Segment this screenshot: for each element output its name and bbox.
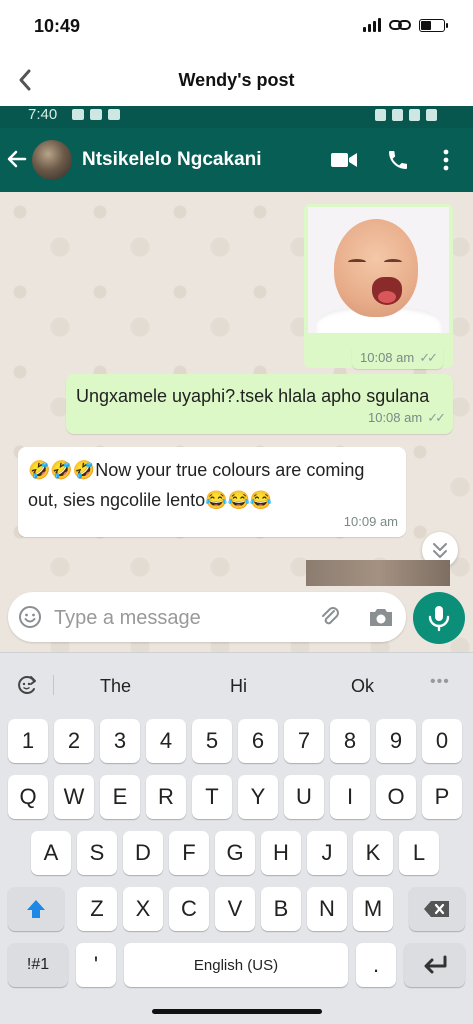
cropped-image-strip <box>306 560 450 586</box>
key-o[interactable]: O <box>376 775 416 819</box>
space-key[interactable]: English (US) <box>124 943 348 987</box>
symbols-key[interactable]: !#1 <box>8 943 68 987</box>
period-key[interactable]: . <box>356 943 396 987</box>
status-icons <box>363 18 448 32</box>
message-composer <box>8 592 406 642</box>
back-arrow-icon <box>7 150 27 168</box>
key-f[interactable]: F <box>169 831 209 875</box>
suggestion-bar: The Hi Ok ••• <box>0 653 473 717</box>
chat-area: 10:08 am ✓✓ Ungxamele uyaphi?.tsek hlala… <box>0 192 473 652</box>
key-b[interactable]: B <box>261 887 301 931</box>
message-meta: 10:08 am ✓✓ <box>367 406 446 427</box>
key-7[interactable]: 7 <box>284 719 324 763</box>
key-0[interactable]: 0 <box>422 719 462 763</box>
key-c[interactable]: C <box>169 887 209 931</box>
key-j[interactable]: J <box>307 831 347 875</box>
notification-icons <box>72 109 120 120</box>
refresh-icon[interactable] <box>14 673 40 697</box>
contact-name: Ntsikelelo Ngcakani <box>82 149 262 170</box>
key-q[interactable]: Q <box>8 775 48 819</box>
message-meta: 10:09 am <box>344 510 398 531</box>
message-text: Ungxamele uyaphi?.tsek hlala apho sgulan… <box>76 386 430 406</box>
read-ticks-icon: ✓✓ <box>419 350 438 365</box>
shift-key[interactable] <box>8 887 64 931</box>
suggestion-3[interactable]: Ok <box>351 676 374 697</box>
contact-avatar <box>32 140 72 180</box>
key-d[interactable]: D <box>123 831 163 875</box>
key-8[interactable]: 8 <box>330 719 370 763</box>
more-vert-icon <box>443 149 449 171</box>
more-suggestions-button[interactable]: ••• <box>430 673 450 691</box>
message-time: 10:08 am <box>367 410 423 425</box>
message-text: 🤣🤣🤣Now your true colours are coming out,… <box>28 460 365 510</box>
key-5[interactable]: 5 <box>192 719 232 763</box>
message-time: 10:08 am <box>360 350 415 365</box>
keyboard: The Hi Ok ••• 1 2 3 4 5 6 7 8 9 0 Q W E … <box>0 652 473 1024</box>
camera-icon <box>370 609 392 626</box>
outgoing-message: Ungxamele uyaphi?.tsek hlala apho sgulan… <box>66 374 453 434</box>
key-n[interactable]: N <box>307 887 347 931</box>
key-6[interactable]: 6 <box>238 719 278 763</box>
page-title: Wendy's post <box>178 70 295 90</box>
key-m[interactable]: M <box>353 887 393 931</box>
image-message-meta: 10:08 am ✓✓ <box>352 344 444 369</box>
key-y[interactable]: Y <box>238 775 278 819</box>
suggestion-1[interactable]: The <box>100 676 131 697</box>
message-time: 10:09 am <box>343 514 398 529</box>
key-9[interactable]: 9 <box>376 719 416 763</box>
emoji-icon <box>19 606 41 628</box>
key-a[interactable]: A <box>31 831 71 875</box>
link-icon <box>389 20 411 30</box>
key-x[interactable]: X <box>123 887 163 931</box>
whatsapp-status-bar: 7:40 <box>0 106 473 128</box>
key-v[interactable]: V <box>215 887 255 931</box>
key-2[interactable]: 2 <box>54 719 94 763</box>
whatsapp-chat-header: Ntsikelelo Ngcakani <box>0 128 473 192</box>
key-z[interactable]: Z <box>77 887 117 931</box>
key-r[interactable]: R <box>146 775 186 819</box>
key-s[interactable]: S <box>77 831 117 875</box>
key-u[interactable]: U <box>284 775 324 819</box>
status-time: 10:49 <box>34 16 81 36</box>
enter-icon <box>424 955 446 974</box>
message-input <box>54 605 304 631</box>
battery-icon <box>419 18 448 32</box>
apostrophe-key[interactable]: ' <box>76 943 116 987</box>
laughing-baby-photo <box>308 207 449 333</box>
key-3[interactable]: 3 <box>100 719 140 763</box>
key-1[interactable]: 1 <box>8 719 48 763</box>
backspace-key[interactable] <box>409 887 465 931</box>
post-image-whatsapp-screenshot: 7:40 Ntsikelelo Ngcakani 10:08 am ✓✓ Ung… <box>0 106 473 652</box>
key-t[interactable]: T <box>192 775 232 819</box>
enter-key[interactable] <box>404 943 465 987</box>
backspace-icon <box>424 901 449 917</box>
key-p[interactable]: P <box>422 775 462 819</box>
read-ticks-icon: ✓✓ <box>427 410 446 425</box>
suggestion-divider <box>53 675 54 695</box>
shift-icon <box>27 900 45 918</box>
key-w[interactable]: W <box>54 775 94 819</box>
attach-icon <box>322 607 339 625</box>
navigation-bar: Wendy's post <box>0 56 473 106</box>
video-call-icon <box>331 153 357 167</box>
mic-button <box>413 592 465 644</box>
key-e[interactable]: E <box>100 775 140 819</box>
status-bar: 10:49 <box>0 0 473 56</box>
key-k[interactable]: K <box>353 831 393 875</box>
system-icons <box>375 109 437 121</box>
whatsapp-status-time: 7:40 <box>28 106 58 123</box>
signal-icon <box>363 18 381 32</box>
key-g[interactable]: G <box>215 831 255 875</box>
mic-icon <box>428 606 450 632</box>
key-i[interactable]: I <box>330 775 370 819</box>
suggestion-2[interactable]: Hi <box>230 676 247 697</box>
home-indicator[interactable] <box>152 1009 322 1014</box>
phone-icon <box>389 151 407 169</box>
key-l[interactable]: L <box>399 831 439 875</box>
incoming-message: 🤣🤣🤣Now your true colours are coming out,… <box>18 447 406 537</box>
key-4[interactable]: 4 <box>146 719 186 763</box>
key-h[interactable]: H <box>261 831 301 875</box>
